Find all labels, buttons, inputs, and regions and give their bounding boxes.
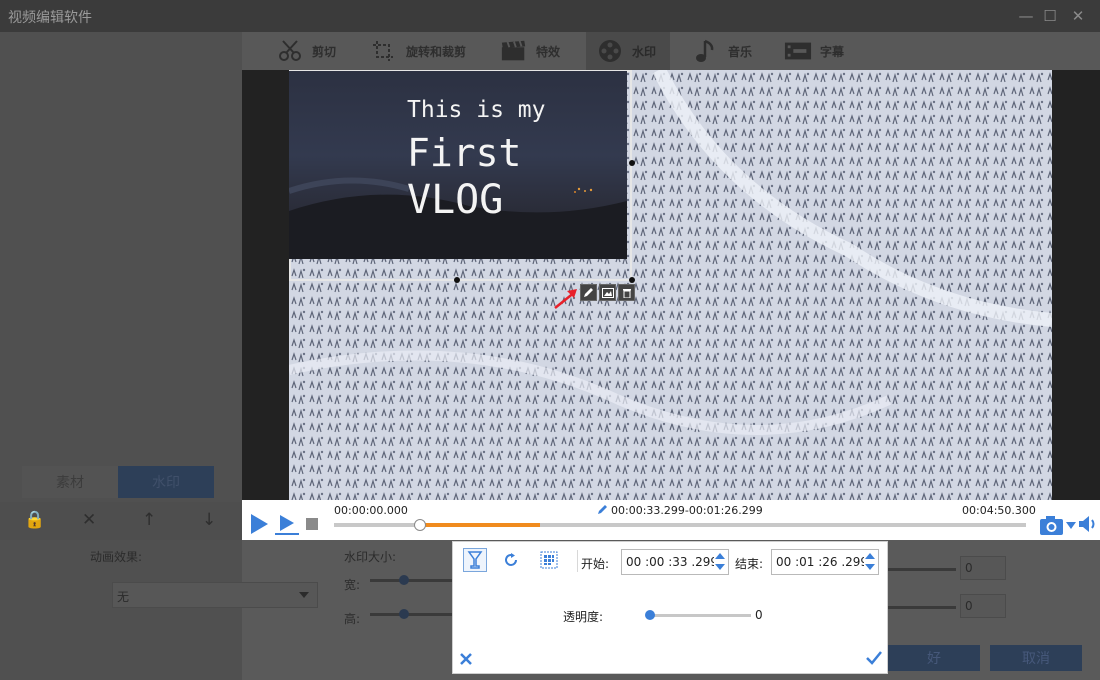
tab-subtitles[interactable]: 字幕 bbox=[784, 32, 844, 70]
film-reel-icon bbox=[596, 38, 624, 64]
confirm-check-icon[interactable] bbox=[865, 650, 883, 666]
lock-icon[interactable]: 🔒 bbox=[24, 510, 45, 530]
range-pencil-icon bbox=[598, 505, 607, 514]
tab-label: 水印 bbox=[632, 44, 657, 59]
tab-material[interactable]: 素材 bbox=[22, 466, 118, 498]
mosaic-grid-icon[interactable] bbox=[537, 548, 561, 572]
toolbar: 剪切 旋转和裁剪 特效 水印 音乐 字幕 bbox=[242, 32, 1100, 70]
watermark-actions bbox=[580, 284, 635, 301]
tab-music[interactable]: 音乐 bbox=[692, 32, 752, 70]
playback-bar: 00:00:00.000 00:00:33.299-00:01:26.299 0… bbox=[242, 500, 1100, 540]
range-time: 00:00:33.299-00:01:26.299 bbox=[611, 504, 763, 517]
end-time: 00:04:50.300 bbox=[962, 504, 1036, 517]
cancel-button[interactable]: 取消 bbox=[990, 645, 1082, 671]
width-slider-thumb[interactable] bbox=[399, 575, 409, 585]
camera-icon[interactable] bbox=[1039, 514, 1065, 536]
crop-rotate-icon bbox=[370, 38, 398, 64]
wine-glass-icon[interactable] bbox=[463, 548, 487, 572]
opacity-slider[interactable] bbox=[649, 614, 751, 617]
tab-rotate-crop[interactable]: 旋转和裁剪 bbox=[370, 32, 466, 70]
end-time-spinner[interactable] bbox=[864, 552, 876, 572]
ok-button[interactable]: 好 bbox=[888, 645, 980, 671]
tab-label: 特效 bbox=[536, 44, 561, 59]
watermark-line-1: This is my bbox=[407, 97, 546, 123]
height-label: 高: bbox=[344, 612, 361, 626]
spin-up-icon[interactable] bbox=[865, 553, 875, 559]
tab-watermark[interactable]: 水印 bbox=[586, 32, 671, 70]
rotate-icon[interactable] bbox=[499, 548, 523, 572]
watermark-settings-popup: 开始: 结束: 透明度: 0 bbox=[452, 541, 888, 674]
start-label: 开始: bbox=[581, 557, 610, 571]
tab-effects[interactable]: 特效 bbox=[500, 32, 560, 70]
start-time-spinner[interactable] bbox=[714, 552, 726, 572]
start-time-field[interactable] bbox=[621, 549, 729, 575]
minimize-icon[interactable]: — bbox=[1016, 6, 1036, 26]
watermark-line-2: First bbox=[407, 131, 522, 175]
tab-watermark-list[interactable]: 水印 bbox=[118, 466, 214, 498]
chevron-down-icon bbox=[299, 592, 309, 598]
opacity-value: 0 bbox=[755, 608, 763, 622]
volume-icon[interactable] bbox=[1078, 515, 1098, 533]
end-time-field[interactable] bbox=[771, 549, 879, 575]
clapperboard-icon bbox=[500, 38, 528, 64]
tab-label: 音乐 bbox=[728, 44, 753, 59]
scissors-icon bbox=[276, 38, 304, 64]
watermark-range-segment bbox=[420, 523, 540, 527]
animation-value: 无 bbox=[117, 590, 130, 604]
maximize-icon[interactable]: ☐ bbox=[1040, 6, 1060, 26]
resize-handle-bottom[interactable] bbox=[454, 277, 460, 283]
arrow-down-icon[interactable]: ↓ bbox=[202, 510, 216, 530]
height-slider[interactable] bbox=[370, 613, 452, 616]
delete-x-icon[interactable]: ✕ bbox=[82, 510, 96, 530]
resize-handle-right[interactable] bbox=[629, 160, 635, 166]
stop-icon[interactable] bbox=[306, 518, 318, 530]
start-time: 00:00:00.000 bbox=[334, 504, 408, 517]
timeline-track[interactable] bbox=[334, 519, 1026, 531]
spin-up-icon[interactable] bbox=[715, 553, 725, 559]
end-label: 结束: bbox=[735, 557, 764, 571]
tab-cut[interactable]: 剪切 bbox=[276, 32, 336, 70]
animation-dropdown[interactable]: 无 bbox=[112, 582, 318, 608]
opacity-label: 透明度: bbox=[563, 610, 604, 624]
title-bar: 视频编辑软件 — ☐ ✕ bbox=[0, 0, 1100, 32]
tab-label: 剪切 bbox=[312, 44, 337, 59]
right-spin-bottom[interactable]: 0 bbox=[960, 594, 1006, 618]
close-icon[interactable]: ✕ bbox=[1068, 6, 1088, 26]
animation-label: 动画效果: bbox=[90, 550, 143, 564]
right-slider-bottom[interactable] bbox=[888, 606, 956, 609]
width-slider[interactable] bbox=[370, 579, 452, 582]
trash-icon[interactable] bbox=[618, 284, 635, 301]
size-label: 水印大小: bbox=[344, 550, 397, 564]
watermark-image[interactable]: This is my First VLOG bbox=[289, 71, 627, 259]
height-slider-thumb[interactable] bbox=[399, 609, 409, 619]
timeline-playhead[interactable] bbox=[414, 519, 426, 531]
toolbar-separator bbox=[577, 550, 578, 572]
end-time-input[interactable] bbox=[772, 550, 864, 574]
left-tabs: 素材 水印 bbox=[22, 466, 214, 498]
spin-down-icon[interactable] bbox=[715, 564, 725, 570]
replace-image-icon[interactable] bbox=[599, 284, 616, 301]
watermark-line-3: VLOG bbox=[407, 177, 504, 223]
tab-label: 字幕 bbox=[820, 44, 845, 59]
play-range-icon[interactable] bbox=[274, 513, 300, 537]
cancel-x-icon[interactable] bbox=[459, 652, 473, 666]
pointer-arrow-icon bbox=[554, 289, 577, 309]
edit-pencil-icon[interactable] bbox=[580, 284, 597, 301]
right-spin-top[interactable]: 0 bbox=[960, 556, 1006, 580]
window-title: 视频编辑软件 bbox=[8, 10, 92, 26]
right-slider-top[interactable] bbox=[888, 568, 956, 571]
start-time-input[interactable] bbox=[622, 550, 714, 574]
play-icon[interactable] bbox=[248, 513, 270, 535]
width-label: 宽: bbox=[344, 578, 361, 592]
music-note-icon bbox=[692, 38, 720, 64]
caret-down-icon[interactable] bbox=[1066, 522, 1076, 530]
left-action-bar: 🔒 ✕ ↑ ↓ bbox=[0, 502, 242, 540]
spin-down-icon[interactable] bbox=[865, 564, 875, 570]
resize-handle-corner[interactable] bbox=[629, 277, 635, 283]
tab-label: 旋转和裁剪 bbox=[406, 44, 467, 59]
arrow-up-icon[interactable]: ↑ bbox=[142, 510, 156, 530]
opacity-slider-thumb[interactable] bbox=[645, 610, 655, 620]
subtitle-icon bbox=[784, 38, 812, 64]
